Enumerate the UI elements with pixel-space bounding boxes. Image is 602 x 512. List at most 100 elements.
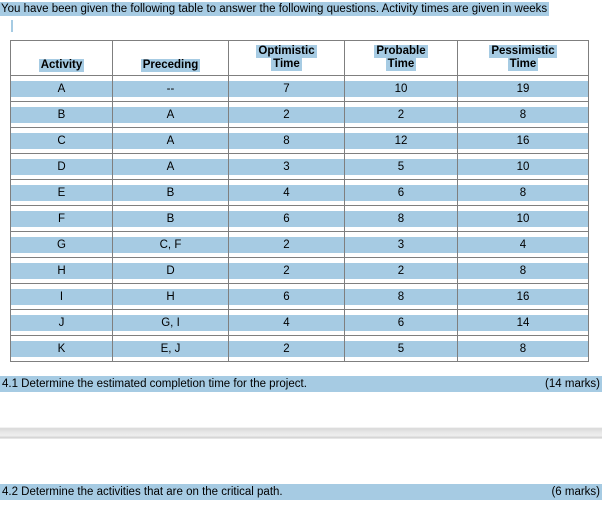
table-body: A -- 7 10 19 B A 2 2 8 C A 8 12 16 D A 3 5 10 E B 4 6 8 F B 6 8 10 G C,… <box>10 75 589 362</box>
activity-table: Activity Preceding Optimistic Time Proba… <box>10 40 589 362</box>
table-cell-activity-value: K <box>11 340 112 357</box>
table-header-row: Activity Preceding Optimistic Time Proba… <box>10 40 589 76</box>
table-row: A -- 7 10 19 <box>10 75 589 102</box>
page-break-divider <box>0 427 602 439</box>
intro-text: You have been given the following table … <box>0 2 550 17</box>
table-cell-optimistic-value: 4 <box>229 314 344 331</box>
table-row: I H 6 8 16 <box>10 283 589 310</box>
table-cell-preceding: B <box>112 179 229 206</box>
table-cell-preceding-value: B <box>113 210 228 227</box>
table-cell-pessimistic-value: 8 <box>458 184 588 201</box>
table-cell-pessimistic-value: 16 <box>458 288 588 305</box>
column-header-optimistic-line2: Time <box>271 58 302 71</box>
column-header-optimistic-time: Optimistic Time <box>228 40 345 76</box>
table-cell-pessimistic: 14 <box>457 309 589 336</box>
table-cell-pessimistic: 19 <box>457 75 589 102</box>
table-cell-optimistic-value: 6 <box>229 288 344 305</box>
table-cell-pessimistic: 8 <box>457 101 589 128</box>
table-cell-optimistic: 6 <box>228 283 345 310</box>
table-cell-activity: E <box>10 179 113 206</box>
table-cell-optimistic: 6 <box>228 205 345 232</box>
table-cell-preceding: E, J <box>112 335 229 362</box>
table-cell-optimistic: 7 <box>228 75 345 102</box>
table-row: K E, J258 <box>10 335 589 362</box>
question-4-2-marks: (6 marks) <box>551 486 600 498</box>
column-header-probable-line2: Time <box>385 58 417 71</box>
table-cell-optimistic: 2 <box>228 257 345 284</box>
table-cell-activity: K <box>10 335 113 362</box>
table-cell-optimistic-value: 3 <box>229 158 344 175</box>
table-cell-pessimistic: 8 <box>457 257 589 284</box>
table-cell-pessimistic: 8 <box>457 179 589 206</box>
table-cell-optimistic: 2 <box>228 101 345 128</box>
table-cell-optimistic: 2 <box>228 335 345 362</box>
question-4-2-text: 4.2 Determine the activities that are on… <box>2 486 283 498</box>
table-cell-preceding-value: A <box>113 158 228 175</box>
table-header: Activity Preceding Optimistic Time Proba… <box>10 40 589 76</box>
table-cell-optimistic-value: 2 <box>229 262 344 279</box>
table-cell-probable-value: 3 <box>345 236 457 253</box>
table-cell-activity: I <box>10 283 113 310</box>
table-cell-activity-value: G <box>11 236 112 253</box>
table-cell-activity-value: J <box>11 314 112 331</box>
table-cell-preceding-value: B <box>113 184 228 201</box>
table-cell-preceding-value: A <box>113 132 228 149</box>
table-cell-preceding: C, F <box>112 231 229 258</box>
table-cell-probable-value: 5 <box>345 158 457 175</box>
column-header-preceding: Preceding <box>112 40 229 76</box>
table-cell-pessimistic-value: 10 <box>458 210 588 227</box>
table-cell-pessimistic-value: 8 <box>458 262 588 279</box>
table-cell-activity-value: B <box>11 106 112 123</box>
table-cell-probable: 6 <box>344 309 458 336</box>
column-header-probable-time: Probable Time <box>344 40 458 76</box>
table-cell-pessimistic-value: 8 <box>458 106 588 123</box>
column-header-probable-line1: Probable <box>374 45 428 58</box>
table-cell-activity-value: I <box>11 288 112 305</box>
table-cell-preceding: A <box>112 127 229 154</box>
question-4-2: 4.2 Determine the activities that are on… <box>0 484 602 500</box>
table-cell-preceding: D <box>112 257 229 284</box>
table-cell-probable-value: 5 <box>345 340 457 357</box>
table-cell-activity: H <box>10 257 113 284</box>
table-cell-preceding: H <box>112 283 229 310</box>
table-cell-activity: J <box>10 309 113 336</box>
column-header-preceding-label: Preceding <box>140 59 201 72</box>
table-cell-activity-value: A <box>11 80 112 97</box>
table-cell-optimistic-value: 2 <box>229 106 344 123</box>
table-cell-pessimistic-value: 16 <box>458 132 588 149</box>
table-cell-probable: 12 <box>344 127 458 154</box>
table-cell-pessimistic: 10 <box>457 205 589 232</box>
column-header-pessimistic-line2: Time <box>507 58 539 71</box>
table-cell-optimistic-value: 8 <box>229 132 344 149</box>
table-cell-pessimistic-value: 14 <box>458 314 588 331</box>
table-row: J G, I 4 6 14 <box>10 309 589 336</box>
table-row: G C, F234 <box>10 231 589 258</box>
table-cell-preceding-value: -- <box>113 80 228 97</box>
question-4-1-text: 4.1 Determine the estimated completion t… <box>2 378 307 390</box>
table-cell-optimistic: 4 <box>228 309 345 336</box>
table-cell-pessimistic-value: 19 <box>458 80 588 97</box>
table-cell-pessimistic-value: 8 <box>458 340 588 357</box>
table-cell-preceding-value: D <box>113 262 228 279</box>
column-header-pessimistic-time: Pessimistic Time <box>457 40 589 76</box>
table-cell-optimistic-value: 6 <box>229 210 344 227</box>
column-header-optimistic-line1: Optimistic <box>256 45 317 58</box>
table-cell-preceding: A <box>112 101 229 128</box>
table-cell-activity: D <box>10 153 113 180</box>
table-cell-activity-value: F <box>11 210 112 227</box>
table-cell-probable: 5 <box>344 153 458 180</box>
table-cell-probable: 10 <box>344 75 458 102</box>
table-row: C A 8 12 16 <box>10 127 589 154</box>
table-cell-preceding-value: A <box>113 106 228 123</box>
table-cell-preceding: G, I <box>112 309 229 336</box>
table-row: BA228 <box>10 101 589 128</box>
table-cell-activity-value: E <box>11 184 112 201</box>
table-cell-preceding-value: E, J <box>113 340 228 357</box>
table-cell-preceding: A <box>112 153 229 180</box>
table-cell-pessimistic-value: 4 <box>458 236 588 253</box>
table-cell-activity: G <box>10 231 113 258</box>
table-row: HD228 <box>10 257 589 284</box>
table-row: F B 6 8 10 <box>10 205 589 232</box>
table-cell-probable: 5 <box>344 335 458 362</box>
table-cell-activity: B <box>10 101 113 128</box>
